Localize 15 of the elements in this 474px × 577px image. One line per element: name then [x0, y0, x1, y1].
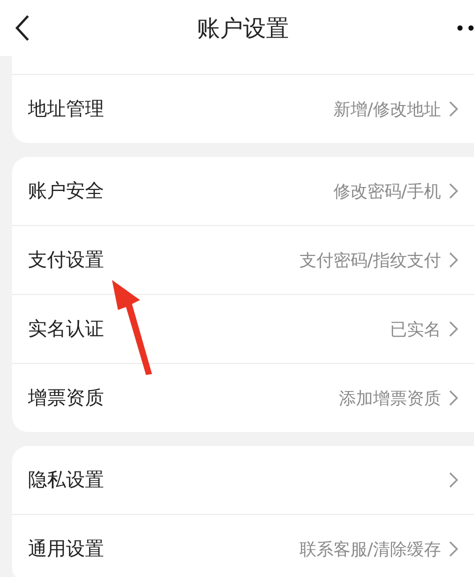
settings-row[interactable]: 通用设置 联系客服/清除缓存: [12, 515, 474, 577]
chevron-icon: [449, 472, 458, 488]
settings-row[interactable]: 账户安全 修改密码/手机: [12, 157, 474, 226]
chevron-icon: [449, 101, 458, 117]
chevron-icon: [449, 183, 458, 199]
back-button[interactable]: [14, 14, 30, 42]
settings-row[interactable]: 增票资质 添加增票资质: [12, 364, 474, 432]
settings-row[interactable]: 隐私设置: [12, 446, 474, 515]
chevron-icon: [449, 390, 458, 406]
page-title: 账户设置: [197, 14, 289, 44]
settings-row[interactable]: 地址管理 新增/修改地址: [12, 75, 474, 143]
more-icon[interactable]: [456, 24, 474, 32]
chevron-icon: [449, 541, 458, 557]
chevron-icon: [449, 252, 458, 268]
chevron-icon: [449, 321, 458, 337]
